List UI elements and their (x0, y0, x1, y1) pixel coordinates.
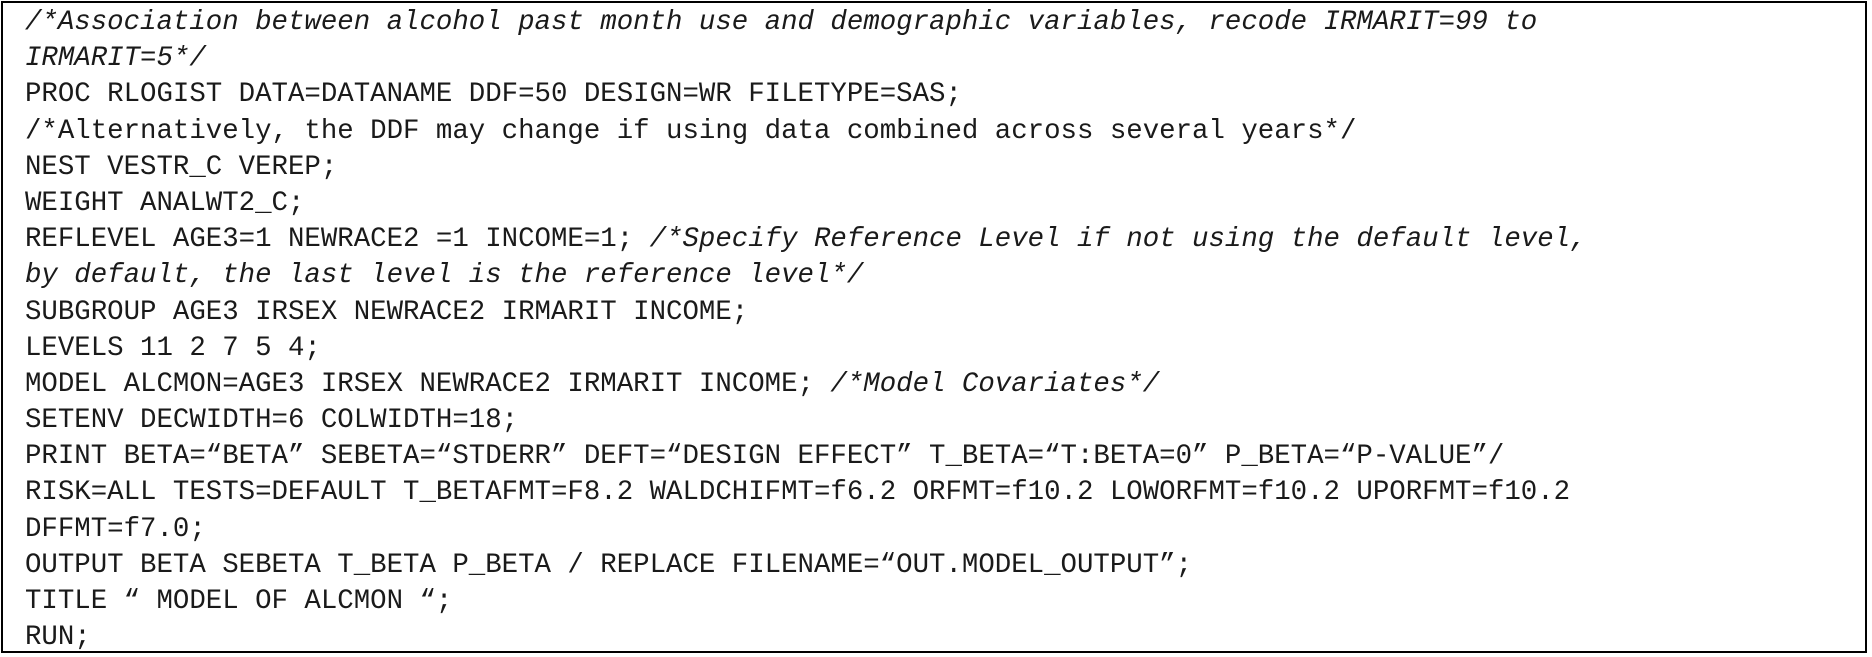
code-line-13: PRINT BETA=“BETA” SEBETA=“STDERR” DEFT=“… (25, 439, 1865, 475)
code-line-11: MODEL ALCMON=AGE3 IRSEX NEWRACE2 IRMARIT… (25, 367, 1865, 403)
code-line-3: PROC RLOGIST DATA=DATANAME DDF=50 DESIGN… (25, 77, 1865, 113)
code-line-9: SUBGROUP AGE3 IRSEX NEWRACE2 IRMARIT INC… (25, 295, 1865, 331)
code-line-4: /*Alternatively, the DDF may change if u… (25, 114, 1865, 150)
code-line-10: LEVELS 11 2 7 5 4; (25, 331, 1865, 367)
code-comment: /*Association between alcohol past month… (25, 7, 1538, 38)
code-text: LEVELS 11 2 7 5 4; (25, 332, 321, 364)
code-line-6: WEIGHT ANALWT2_C; (25, 186, 1865, 222)
code-line-1: /*Association between alcohol past month… (25, 5, 1865, 41)
code-line-14: RISK=ALL TESTS=DEFAULT T_BETAFMT=F8.2 WA… (25, 475, 1865, 511)
code-line-5: NEST VESTR_C VEREP; (25, 150, 1865, 186)
code-text: MODEL ALCMON=AGE3 IRSEX NEWRACE2 IRMARIT… (25, 368, 831, 400)
code-comment: by default, the last level is the refere… (25, 260, 864, 292)
code-text: PROC RLOGIST DATA=DATANAME DDF=50 DESIGN… (25, 79, 962, 111)
code-line-12: SETENV DECWIDTH=6 COLWIDTH=18; (25, 403, 1865, 439)
code-line-16: OUTPUT BETA SEBETA T_BETA P_BETA / REPLA… (25, 548, 1865, 584)
code-text: DFFMT=f7.0; (25, 513, 206, 545)
code-line-2: IRMARIT=5*/ (25, 41, 1865, 77)
code-text: TITLE “ MODEL OF ALCMON “; (25, 586, 453, 617)
code-text: RISK=ALL TESTS=DEFAULT T_BETAFMT=F8.2 WA… (25, 477, 1571, 509)
code-text: PRINT BETA=“BETA” SEBETA=“STDERR” DEFT=“… (25, 441, 1505, 473)
code-text: /*Alternatively, the DDF may change if u… (25, 115, 1357, 147)
code-line-18: RUN; (25, 620, 1865, 656)
code-comment: /*Specify Reference Level if not using t… (649, 224, 1587, 256)
code-text: REFLEVEL AGE3=1 NEWRACE2 =1 INCOME=1; (25, 224, 650, 256)
code-text: NEST VESTR_C VEREP; (25, 151, 338, 183)
code-line-8: by default, the last level is the refere… (25, 258, 1865, 294)
code-comment: /*Model Covariates*/ (830, 368, 1160, 400)
code-text: OUTPUT BETA SEBETA T_BETA P_BETA / REPLA… (25, 549, 1193, 581)
code-comment: IRMARIT=5*/ (25, 43, 206, 75)
code-text: RUN; (25, 622, 91, 654)
code-text: SETENV DECWIDTH=6 COLWIDTH=18; (25, 405, 519, 437)
code-line-7: REFLEVEL AGE3=1 NEWRACE2 =1 INCOME=1; /*… (25, 222, 1865, 258)
sas-code-block: /*Association between alcohol past month… (1, 1, 1867, 653)
code-line-15: DFFMT=f7.0; (25, 512, 1865, 548)
code-text: WEIGHT ANALWT2_C; (25, 187, 305, 219)
code-text: SUBGROUP AGE3 IRSEX NEWRACE2 IRMARIT INC… (25, 296, 749, 328)
code-line-17: TITLE “ MODEL OF ALCMON “; (25, 584, 1865, 620)
